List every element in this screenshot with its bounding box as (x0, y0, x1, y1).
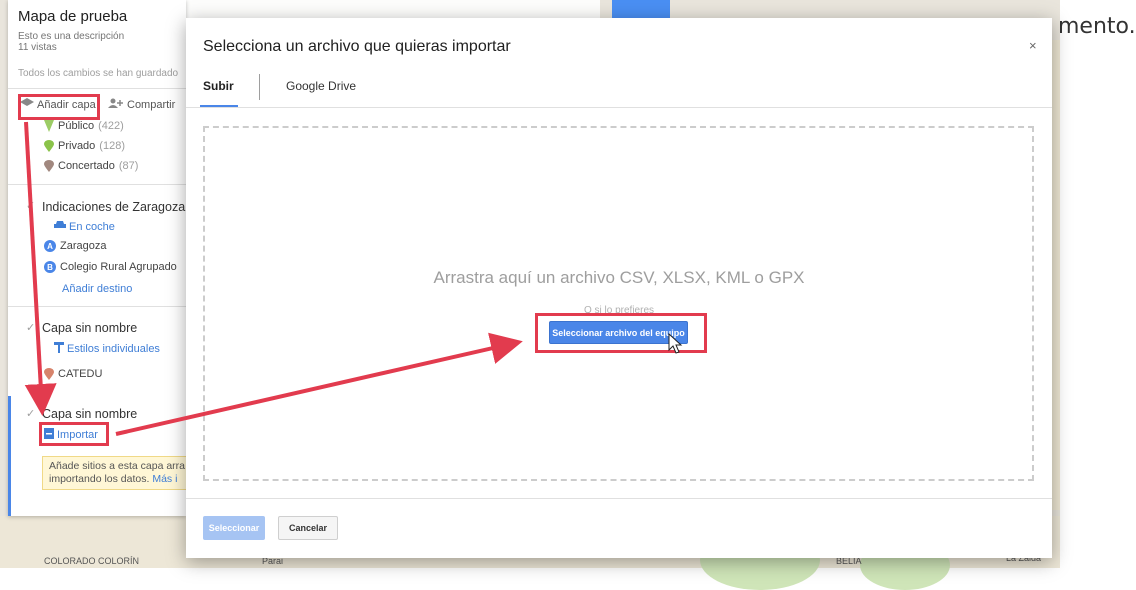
arrow-to-select-file (115, 332, 523, 436)
arrow-to-import (24, 121, 57, 416)
mouse-cursor-icon (668, 332, 683, 354)
annotation-arrows (24, 121, 683, 436)
